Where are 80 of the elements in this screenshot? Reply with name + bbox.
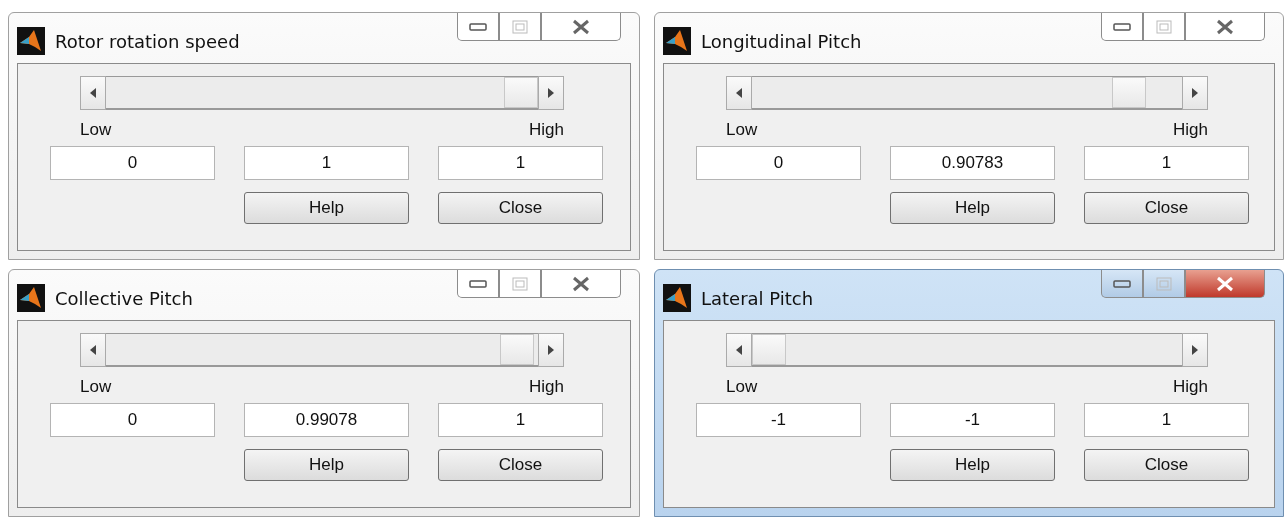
scroll-left-button[interactable]: [726, 333, 752, 367]
maximize-icon: [1156, 276, 1172, 291]
scroll-left-button[interactable]: [726, 76, 752, 110]
slider-thumb[interactable]: [500, 334, 534, 365]
left-arrow-icon: [90, 88, 96, 98]
slider-thumb[interactable]: [752, 334, 786, 365]
close-icon: [1215, 275, 1235, 292]
scroll-right-button[interactable]: [1182, 333, 1208, 367]
maximize-icon: [512, 19, 528, 34]
close-dialog-button[interactable]: Close: [438, 449, 603, 481]
close-icon: [571, 18, 591, 35]
value-field[interactable]: 0: [696, 146, 861, 180]
minimize-button[interactable]: [457, 270, 499, 298]
high-label: High: [529, 120, 564, 140]
app-icon: [17, 27, 45, 55]
value-field[interactable]: 1: [1084, 403, 1249, 437]
high-label: High: [1173, 377, 1208, 397]
close-button[interactable]: [1185, 13, 1265, 41]
close-icon: [571, 275, 591, 292]
minimize-icon: [1113, 279, 1131, 288]
minimize-button[interactable]: [457, 13, 499, 41]
app-icon: [663, 284, 691, 312]
value-field[interactable]: 1: [1084, 146, 1249, 180]
scroll-left-button[interactable]: [80, 76, 106, 110]
maximize-button[interactable]: [1143, 13, 1185, 41]
maximize-button[interactable]: [499, 13, 541, 41]
close-icon: [1215, 18, 1235, 35]
window-title: Lateral Pitch: [701, 287, 814, 309]
maximize-icon: [512, 276, 528, 291]
app-icon: [663, 27, 691, 55]
scroll-left-button[interactable]: [80, 333, 106, 367]
maximize-button[interactable]: [499, 270, 541, 298]
close-dialog-button[interactable]: Close: [438, 192, 603, 224]
low-label: Low: [80, 377, 112, 397]
minimize-button[interactable]: [1101, 270, 1143, 298]
maximize-icon: [1156, 19, 1172, 34]
value-field[interactable]: 0.90783: [890, 146, 1055, 180]
value-field[interactable]: 1: [438, 403, 603, 437]
value-field[interactable]: 0: [50, 403, 215, 437]
right-arrow-icon: [1192, 88, 1198, 98]
help-button[interactable]: Help: [890, 192, 1055, 224]
close-button[interactable]: [541, 13, 621, 41]
low-label: Low: [726, 120, 758, 140]
value-field[interactable]: -1: [890, 403, 1055, 437]
value-field[interactable]: 0.99078: [244, 403, 409, 437]
left-arrow-icon: [90, 345, 96, 355]
left-arrow-icon: [736, 345, 742, 355]
scroll-right-button[interactable]: [538, 76, 564, 110]
window-title: Rotor rotation speed: [55, 30, 240, 52]
help-button[interactable]: Help: [244, 449, 409, 481]
value-field[interactable]: -1: [696, 403, 861, 437]
right-arrow-icon: [548, 345, 554, 355]
minimize-icon: [469, 279, 487, 288]
help-button[interactable]: Help: [890, 449, 1055, 481]
high-label: High: [1173, 120, 1208, 140]
high-label: High: [529, 377, 564, 397]
scroll-right-button[interactable]: [538, 333, 564, 367]
value-field[interactable]: 0: [50, 146, 215, 180]
close-button[interactable]: [1185, 270, 1265, 298]
minimize-icon: [469, 22, 487, 31]
window-title: Collective Pitch: [55, 287, 193, 309]
right-arrow-icon: [548, 88, 554, 98]
low-label: Low: [80, 120, 112, 140]
right-arrow-icon: [1192, 345, 1198, 355]
value-field[interactable]: 1: [244, 146, 409, 180]
scroll-right-button[interactable]: [1182, 76, 1208, 110]
slider-thumb[interactable]: [504, 77, 538, 108]
maximize-button[interactable]: [1143, 270, 1185, 298]
close-dialog-button[interactable]: Close: [1084, 449, 1249, 481]
minimize-button[interactable]: [1101, 13, 1143, 41]
left-arrow-icon: [736, 88, 742, 98]
low-label: Low: [726, 377, 758, 397]
minimize-icon: [1113, 22, 1131, 31]
close-dialog-button[interactable]: Close: [1084, 192, 1249, 224]
close-button[interactable]: [541, 270, 621, 298]
slider-thumb[interactable]: [1112, 77, 1147, 108]
window-title: Longitudinal Pitch: [701, 30, 862, 52]
app-icon: [17, 284, 45, 312]
help-button[interactable]: Help: [244, 192, 409, 224]
value-field[interactable]: 1: [438, 146, 603, 180]
